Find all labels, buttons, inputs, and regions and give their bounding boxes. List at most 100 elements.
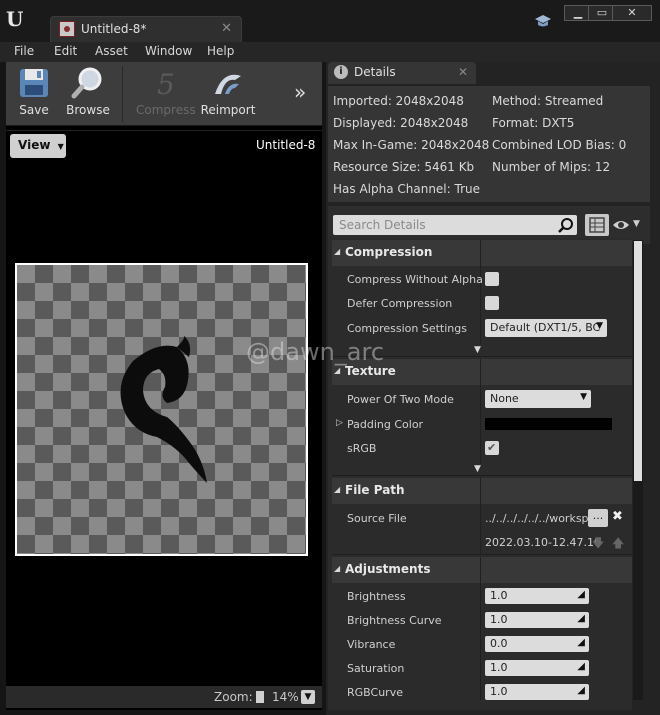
info-icon: i bbox=[334, 65, 348, 79]
brightness-curve-field[interactable]: 1.0 ◢ bbox=[485, 612, 589, 628]
adjustment-value: 0.0 bbox=[490, 637, 508, 650]
num-mips-info: Number of Mips: 12 bbox=[492, 160, 611, 174]
eye-icon[interactable] bbox=[612, 219, 630, 231]
menu-window[interactable]: Window bbox=[145, 44, 192, 58]
adjustment-label: Brightness bbox=[347, 590, 406, 603]
document-tab-title: Untitled-8* bbox=[81, 22, 147, 36]
watermark: @dawn_arc bbox=[246, 338, 385, 366]
category-adjustments[interactable]: ◢ Adjustments bbox=[332, 557, 632, 583]
reimport-button[interactable]: Reimport bbox=[200, 66, 256, 122]
view-label: View bbox=[18, 138, 51, 152]
resource-size-info: Resource Size: 5461 Kb bbox=[333, 160, 475, 174]
defer-compression-checkbox[interactable] bbox=[485, 296, 499, 310]
view-options-chevron-icon[interactable]: ▼ bbox=[633, 219, 640, 229]
property-matrix-icon[interactable] bbox=[585, 214, 609, 236]
chevron-down-icon: ▼ bbox=[580, 392, 587, 402]
adjustment-value: 1.0 bbox=[490, 685, 508, 698]
search-box bbox=[333, 215, 577, 235]
expand-arrow-icon: ◢ bbox=[334, 366, 341, 375]
expand-arrow-icon: ◢ bbox=[334, 485, 341, 494]
divider bbox=[332, 475, 632, 476]
displayed-info: Displayed: 2048x2048 bbox=[333, 116, 469, 130]
rgb-curve-field[interactable]: 1.0 ◢ bbox=[485, 684, 589, 700]
clear-source-file-icon[interactable]: ✖ bbox=[612, 509, 623, 524]
zoom-label: Zoom: bbox=[214, 690, 253, 704]
asset-name-label: Untitled-8 bbox=[256, 138, 316, 152]
saturation-field[interactable]: 1.0 ◢ bbox=[485, 660, 589, 676]
imported-info: Imported: 2048x2048 bbox=[333, 94, 464, 108]
adjustment-value: 1.0 bbox=[490, 589, 508, 602]
compress-icon: 5 bbox=[157, 68, 175, 100]
source-file-path: ../../../../../../worksp bbox=[485, 512, 589, 525]
browse-label: Browse bbox=[66, 103, 110, 117]
details-tab-title: Details bbox=[354, 65, 396, 79]
document-tab[interactable]: Untitled-8* ✕ bbox=[50, 16, 242, 42]
close-tab-icon[interactable]: ✕ bbox=[221, 21, 232, 36]
menu-file[interactable]: File bbox=[14, 44, 34, 58]
zoom-value: 14% bbox=[272, 690, 299, 704]
adjustment-value: 1.0 bbox=[490, 613, 508, 626]
vibrance-field[interactable]: 0.0 ◢ bbox=[485, 636, 589, 652]
graduation-cap-icon[interactable] bbox=[534, 13, 552, 31]
max-in-game-info: Max In-Game: 2048x2048 bbox=[333, 138, 490, 152]
padding-color-swatch[interactable] bbox=[485, 418, 612, 430]
search-details-input[interactable] bbox=[333, 215, 553, 235]
defer-compression-label: Defer Compression bbox=[347, 297, 453, 310]
lod-bias-info: Combined LOD Bias: 0 bbox=[492, 138, 627, 152]
arrow-up-icon[interactable]: 🡅 bbox=[612, 534, 624, 555]
expand-arrow-icon: ◢ bbox=[334, 247, 341, 256]
category-title: File Path bbox=[345, 483, 405, 497]
save-label: Save bbox=[19, 103, 49, 117]
close-details-icon[interactable]: ✕ bbox=[458, 65, 468, 79]
browse-source-file-button[interactable]: ... bbox=[588, 509, 608, 527]
padding-color-label: Padding Color bbox=[347, 418, 424, 431]
category-compression[interactable]: ◢ Compression bbox=[332, 240, 632, 266]
menu-asset[interactable]: Asset bbox=[95, 44, 128, 58]
zoom-slider[interactable] bbox=[256, 691, 264, 703]
srgb-label: sRGB bbox=[347, 442, 377, 455]
close-window-button[interactable]: ✕ bbox=[612, 5, 652, 21]
drag-handle-icon: ◢ bbox=[577, 685, 585, 696]
column-divider[interactable] bbox=[480, 557, 481, 700]
more-tools-chevron-icon[interactable]: » bbox=[294, 80, 306, 104]
scrollbar-thumb[interactable] bbox=[634, 241, 642, 481]
drag-handle-icon: ◢ bbox=[577, 613, 585, 624]
advanced-expander-icon[interactable]: ▼ bbox=[474, 345, 484, 355]
brightness-field[interactable]: 1.0 ◢ bbox=[485, 588, 589, 604]
adjustment-value: 1.0 bbox=[490, 661, 508, 674]
toolbar-separator bbox=[122, 66, 123, 122]
advanced-expander-icon[interactable]: ▼ bbox=[474, 464, 484, 474]
arrow-down-icon[interactable]: 🡇 bbox=[592, 534, 604, 555]
texture-asset-icon bbox=[59, 21, 75, 37]
power-of-two-mode-value: None bbox=[490, 392, 519, 405]
chevron-down-icon: ▼ bbox=[596, 321, 603, 331]
texture-preview-image bbox=[15, 263, 308, 556]
power-of-two-mode-dropdown[interactable]: None ▼ bbox=[485, 390, 591, 408]
unreal-logo-icon: U bbox=[6, 7, 24, 31]
compress-button[interactable]: 5 Compress bbox=[136, 66, 196, 122]
details-tab[interactable]: i Details ✕ bbox=[328, 62, 476, 84]
save-button[interactable]: Save bbox=[6, 66, 62, 122]
view-dropdown-button[interactable]: View ▼ bbox=[10, 134, 66, 158]
power-of-two-mode-label: Power Of Two Mode bbox=[347, 393, 454, 406]
compress-label: Compress bbox=[136, 103, 196, 117]
expand-padding-color-icon[interactable]: ▷ bbox=[336, 418, 343, 428]
menu-help[interactable]: Help bbox=[207, 44, 234, 58]
expand-arrow-icon: ◢ bbox=[334, 564, 341, 573]
svg-text:5: 5 bbox=[157, 68, 175, 100]
column-divider[interactable] bbox=[480, 359, 481, 463]
compress-without-alpha-checkbox[interactable] bbox=[485, 272, 499, 286]
category-file-path[interactable]: ◢ File Path bbox=[332, 478, 632, 504]
category-title: Adjustments bbox=[345, 562, 431, 576]
srgb-checkbox[interactable] bbox=[485, 441, 499, 455]
category-title: Compression bbox=[345, 245, 433, 259]
column-divider[interactable] bbox=[480, 478, 481, 554]
browse-button[interactable]: Browse bbox=[60, 66, 116, 122]
compression-settings-dropdown[interactable]: Default (DXT1/5, BC ▼ bbox=[485, 319, 607, 337]
compression-settings-value: Default (DXT1/5, BC bbox=[490, 321, 601, 334]
menu-edit[interactable]: Edit bbox=[54, 44, 77, 58]
zoom-dropdown-icon[interactable]: ▼ bbox=[301, 690, 315, 704]
reimport-label: Reimport bbox=[200, 103, 256, 117]
column-divider[interactable] bbox=[480, 240, 481, 344]
search-icon[interactable] bbox=[558, 217, 574, 233]
